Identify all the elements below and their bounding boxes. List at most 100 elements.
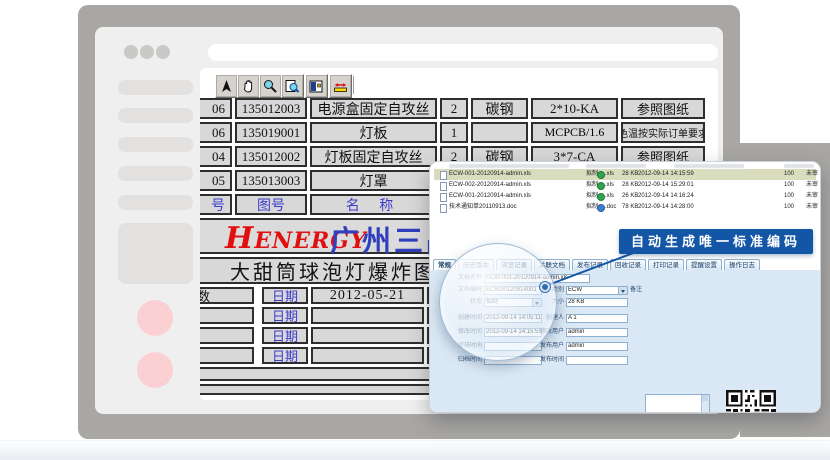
window-dot-2	[140, 45, 154, 59]
titleblock-left-cell	[200, 307, 254, 324]
size-field[interactable]: 28 KB	[566, 298, 628, 307]
file-ext: .xls	[605, 171, 614, 178]
parts-cell-no: 06	[200, 98, 232, 119]
file-row[interactable]: ECW-002-20120914-admin.xls 拟制 .xls 28 KB…	[434, 180, 816, 191]
doc-type-icon	[597, 204, 605, 212]
parts-cell-spec: MCPCB/1.6	[531, 122, 618, 143]
tab-publish-log[interactable]: 发布记录	[572, 259, 608, 270]
pan-tool-button[interactable]	[237, 74, 260, 98]
category-field[interactable]: ECW	[566, 286, 628, 295]
zoom-window-tool-button[interactable]	[281, 74, 304, 98]
parts-header-name: 名 称	[310, 194, 437, 215]
file-icon	[440, 182, 447, 191]
parts-cell-note: 色温按实际订单要求	[621, 122, 705, 143]
xls-type-icon	[597, 193, 605, 201]
tab-print-log[interactable]: 打印记录	[648, 259, 684, 270]
parts-cell-no: 04	[200, 146, 232, 167]
parts-cell-qty: 2	[440, 98, 468, 119]
file-time: 2012-09-14 14:16:24	[638, 193, 694, 200]
callout-banner: 自动生成唯一标准编码	[619, 229, 813, 254]
file-time: 2012-09-14 15:29:01	[638, 182, 694, 189]
measure-tool-button[interactable]	[329, 74, 352, 98]
file-version: 100	[784, 182, 794, 189]
parts-cell-code: 135012003	[235, 98, 307, 119]
file-name: ECW-001-20120914-admin.xls	[449, 171, 531, 178]
date-label: 日期	[262, 307, 308, 324]
file-row[interactable]: 技术通知单20110913.doc 拟制 .doc 78 KB 2012-09-…	[434, 202, 816, 213]
address-bar[interactable]	[208, 44, 718, 61]
file-name: ECW-001-20120914-admin.xls	[449, 193, 531, 200]
left-fragment: 数	[200, 287, 210, 304]
pink-circle-2	[137, 352, 173, 388]
publish-user-field[interactable]: admin	[566, 342, 628, 351]
select-tool-button[interactable]	[215, 74, 238, 98]
titleblock-left-cell	[200, 327, 254, 344]
file-ext: .xls	[605, 193, 614, 200]
titleblock-left-cell: 数	[200, 287, 254, 304]
measure-icon	[333, 79, 348, 94]
file-icon	[440, 171, 447, 180]
qr-code	[726, 390, 776, 413]
zoom-tool-button[interactable]	[259, 74, 282, 98]
file-size: 78 KB	[622, 204, 638, 211]
parts-cell-name: 灯板	[310, 122, 437, 143]
file-version: 100	[784, 193, 794, 200]
file-state: 未审	[806, 193, 818, 200]
archive-time-label: 归档时间	[438, 356, 482, 365]
modify-user-field[interactable]: admin	[566, 328, 628, 337]
zoom-icon	[263, 79, 278, 94]
file-name: 技术通知单20110913.doc	[449, 204, 517, 211]
xls-type-icon	[597, 182, 605, 190]
file-ext: .xls	[605, 182, 614, 189]
publish-time-field[interactable]	[566, 356, 628, 365]
magnifier-lens	[439, 243, 557, 361]
marketing-illustration: 06 135012003 电源盒固定自攻丝 2 碳钢 2*10-KA 参照图纸 …	[0, 0, 830, 460]
parts-header-no: 号	[200, 194, 232, 215]
page-view-tool-button[interactable]	[305, 74, 328, 98]
file-ext: .doc	[605, 204, 616, 211]
file-icon	[440, 193, 447, 202]
file-size: 28 KB	[622, 182, 638, 189]
tab-operation-log[interactable]: 操作日志	[724, 259, 760, 270]
parts-cell-code: 135012002	[235, 146, 307, 167]
sidebar-item-1	[118, 80, 193, 95]
parts-cell-note: 参照图纸	[621, 98, 705, 119]
tab-recycle-log[interactable]: 回收记录	[610, 259, 646, 270]
parts-cell-qty: 1	[440, 122, 468, 143]
remark-scrollbar[interactable]	[701, 395, 709, 413]
category-value: ECW	[568, 287, 582, 293]
file-icon	[440, 204, 447, 213]
file-time: 2012-09-14 14:28:00	[638, 204, 694, 211]
creator-field[interactable]: A 1	[566, 314, 628, 323]
publish-time-label: 发布时间	[536, 356, 564, 365]
tab-reminder-settings[interactable]: 提醒设置	[686, 259, 722, 270]
base-shadow-bar	[0, 440, 830, 460]
file-version: 100	[784, 204, 794, 211]
file-size: 26 KB	[622, 193, 638, 200]
xls-type-icon	[597, 171, 605, 179]
date-label: 日期	[262, 327, 308, 344]
category-dropdown-button[interactable]	[618, 287, 627, 294]
sidebar-item-5	[118, 195, 193, 210]
document-panel: ECW-001-20120914-admin.xls 拟制 .xls 28 KB…	[429, 161, 821, 413]
page-view-icon	[309, 79, 324, 94]
zoom-window-icon	[285, 79, 300, 94]
date-label: 日期	[262, 347, 308, 364]
drawing-title: 大甜筒球泡灯爆炸图	[230, 257, 437, 284]
parts-cell-no: 06	[200, 122, 232, 143]
parts-cell-code: 135013003	[235, 170, 307, 191]
remark-textarea[interactable]	[645, 394, 710, 413]
titleblock-left-cell	[200, 347, 254, 364]
file-size: 28 KB	[622, 171, 638, 178]
date-value: 2012-05-21	[311, 287, 424, 304]
file-time: 2012-09-14 14:15:59	[638, 171, 694, 178]
parts-cell-material: 碳钢	[471, 98, 528, 119]
parts-header-code: 图号	[235, 194, 307, 215]
scroll-up-icon[interactable]	[702, 395, 708, 401]
publish-user-label: 发布用户	[536, 342, 564, 351]
file-row[interactable]: ECW-001-20120914-admin.xls 拟制 .xls 26 KB…	[434, 191, 816, 202]
file-row[interactable]: ECW-001-20120914-admin.xls 拟制 .xls 28 KB…	[434, 169, 816, 180]
parts-cell-name: 电源盒固定自攻丝	[310, 98, 437, 119]
date-value	[311, 307, 424, 324]
parts-cell-name: 灯板固定自攻丝	[310, 146, 437, 167]
